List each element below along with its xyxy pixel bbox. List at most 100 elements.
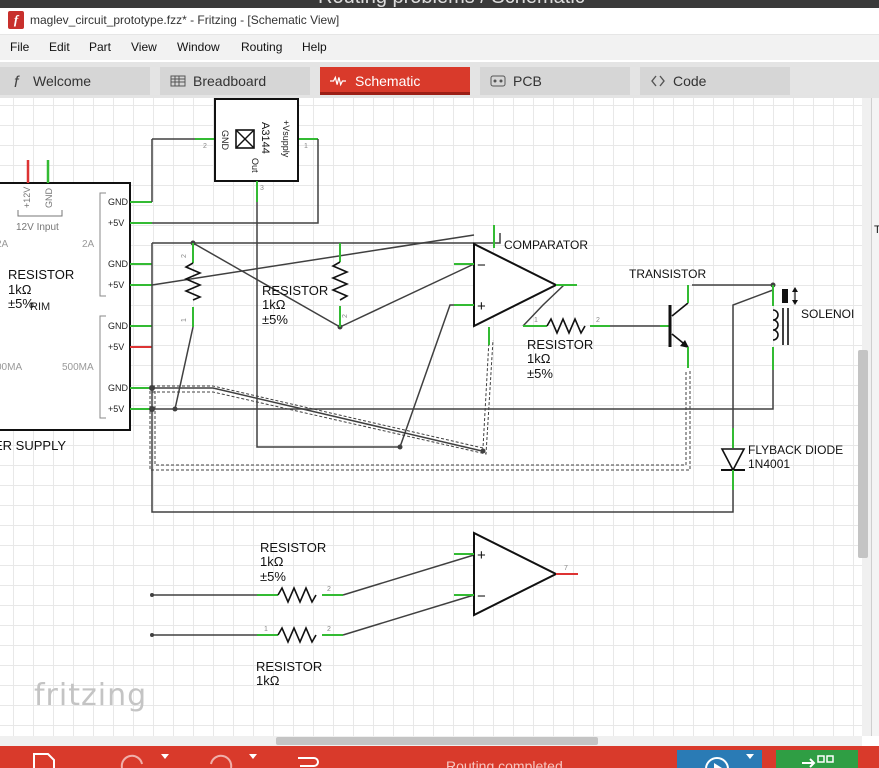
- input-pin-12v: +12V: [22, 187, 32, 208]
- vertical-scrollbar-thumb[interactable]: [858, 350, 868, 558]
- resistor-5[interactable]: 2 RESISTOR 1kΩ ±5%: [257, 540, 343, 605]
- schematic-canvas[interactable]: +12V GND 12V Input 2A 2A RIM 00MA 500MA …: [0, 98, 862, 736]
- status-text: Routing completed: [446, 758, 563, 768]
- route-icon[interactable]: [292, 750, 322, 768]
- hall-pin-gnd-label: GND: [220, 130, 230, 151]
- tab-schematic[interactable]: Schematic: [320, 67, 470, 95]
- hall-sensor-part[interactable]: GND A3144 +Vsupply Out 2 1 3: [152, 98, 318, 202]
- hall-pin-num-3: 3: [260, 185, 264, 192]
- r6-pin-2: 2: [327, 626, 331, 633]
- resistor-2[interactable]: 2 1: [181, 243, 203, 327]
- comparator-opamp[interactable]: − + COMPARATOR: [454, 225, 588, 345]
- ps-pin-5v-3: +5V: [108, 342, 124, 352]
- resistor-3-tolerance: ±5%: [527, 366, 553, 381]
- opamp2-pin-7: 7: [564, 565, 568, 572]
- diode-label: FLYBACK DIODE: [748, 443, 843, 457]
- resistor-4-name: RESISTOR: [260, 540, 326, 555]
- pcb-icon: [490, 75, 506, 87]
- horizontal-scrollbar-thumb[interactable]: [276, 737, 598, 745]
- tab-pcb-label: PCB: [513, 73, 542, 89]
- r3-pin-2: 2: [342, 314, 349, 318]
- resistor-3-value: 1kΩ: [527, 351, 551, 366]
- transistor-npn[interactable]: TRANSISTOR: [629, 267, 706, 368]
- breadboard-icon: [170, 75, 186, 87]
- resistor-1-value: 1kΩ: [8, 282, 32, 297]
- resistor-5-name: RESISTOR: [256, 659, 322, 674]
- undo-icon[interactable]: [118, 750, 148, 768]
- fab-button[interactable]: [776, 750, 858, 768]
- menu-file[interactable]: File: [10, 40, 29, 54]
- r4-pin-2: 2: [596, 317, 600, 324]
- tab-code[interactable]: Code: [640, 67, 790, 95]
- resistor-4[interactable]: 1 2 RESISTOR 1kΩ ±5%: [523, 316, 660, 381]
- ps-pin-5v-4: +5V: [108, 404, 124, 414]
- resistor-4-value: 1kΩ: [260, 554, 284, 569]
- new-document-icon[interactable]: [30, 750, 60, 768]
- fritzing-f-icon: f: [14, 74, 20, 89]
- menu-help[interactable]: Help: [302, 40, 327, 54]
- schematic-wave-icon: [330, 75, 346, 87]
- redo-icon[interactable]: [205, 750, 235, 768]
- tab-welcome-label: Welcome: [33, 73, 92, 89]
- menu-bar: File Edit Part View Window Routing Help: [0, 35, 879, 60]
- fritzing-watermark: fritzing: [34, 678, 148, 713]
- tab-pcb[interactable]: PCB: [480, 67, 630, 95]
- right-panel-letter: T: [874, 224, 879, 236]
- fritzing-app-icon: f: [8, 11, 24, 29]
- flyback-diode[interactable]: FLYBACK DIODE 1N4001: [720, 428, 843, 490]
- r6-pin-1: 1: [264, 626, 268, 633]
- undo-dropdown-icon[interactable]: [158, 750, 172, 768]
- hall-pin-num-2: 2: [203, 143, 207, 150]
- menu-edit[interactable]: Edit: [49, 40, 70, 54]
- resistor-1-tolerance: ±5%: [8, 296, 34, 311]
- play-icon: [705, 757, 729, 768]
- hall-sensor-name: A3144: [259, 122, 271, 154]
- menu-routing[interactable]: Routing: [241, 40, 282, 54]
- input-pin-gnd: GND: [44, 188, 54, 209]
- resistor-6[interactable]: 1 2 RESISTOR 1kΩ: [256, 625, 343, 688]
- right-dock-panel: T: [871, 98, 879, 736]
- menu-part[interactable]: Part: [89, 40, 111, 54]
- input-label: 12V Input: [16, 222, 59, 233]
- background-title-text: Routing problems / Schematic: [318, 0, 585, 8]
- solenoid-part[interactable]: SOLENOI: [772, 285, 854, 370]
- resistor-2-value: 1kΩ: [262, 297, 286, 312]
- share-button[interactable]: [677, 750, 762, 768]
- background-window-title: Routing problems / Schematic: [0, 0, 879, 8]
- title-bar: f maglev_circuit_prototype.fzz* - Fritzi…: [0, 8, 879, 35]
- opamp2-plus: +: [477, 547, 486, 564]
- tab-breadboard[interactable]: Breadboard: [160, 67, 310, 95]
- opamp2-minus: −: [477, 588, 486, 605]
- hall-pin-supply-label: +Vsupply: [281, 120, 291, 158]
- resistor-3[interactable]: 2 RESISTOR 1kΩ ±5%: [262, 243, 350, 327]
- r4-pin-1: 1: [534, 317, 538, 324]
- fab-icon: [802, 755, 834, 768]
- bottom-toolbar: Routing completed: [0, 746, 879, 768]
- transistor-label: TRANSISTOR: [629, 267, 706, 281]
- opamp-2[interactable]: + − 7: [454, 531, 578, 617]
- schematic-drawing[interactable]: +12V GND 12V Input 2A 2A RIM 00MA 500MA …: [0, 98, 862, 736]
- tab-welcome[interactable]: f Welcome: [0, 67, 150, 95]
- share-dropdown-icon: [746, 754, 754, 759]
- ratsnest-dashed-wires[interactable]: [149, 339, 691, 471]
- comparator-label: COMPARATOR: [504, 238, 588, 252]
- ps-pin-5v-1: +5V: [108, 218, 124, 228]
- hall-pin-out-label: Out: [250, 158, 260, 173]
- wires[interactable]: [151, 139, 774, 636]
- redo-dropdown-icon[interactable]: [246, 750, 260, 768]
- ps-pin-gnd-1: GND: [108, 197, 129, 207]
- r5-pin-2: 2: [327, 586, 331, 593]
- tab-schematic-label: Schematic: [355, 73, 421, 89]
- resistor-5-value: 1kΩ: [256, 673, 280, 688]
- junction-dots: [149, 240, 776, 637]
- r2-pin-2: 2: [181, 254, 188, 258]
- comparator-plus: +: [477, 298, 486, 315]
- menu-window[interactable]: Window: [177, 40, 220, 54]
- ma-label-left: 00MA: [0, 362, 22, 373]
- menu-view[interactable]: View: [131, 40, 157, 54]
- resistor-1-name: RESISTOR: [8, 267, 74, 282]
- ps-pin-gnd-4: GND: [108, 383, 129, 393]
- ps-pin-gnd-2: GND: [108, 259, 129, 269]
- amp-label-left: 2A: [0, 239, 9, 250]
- power-supply-label: ER SUPPLY: [0, 438, 66, 453]
